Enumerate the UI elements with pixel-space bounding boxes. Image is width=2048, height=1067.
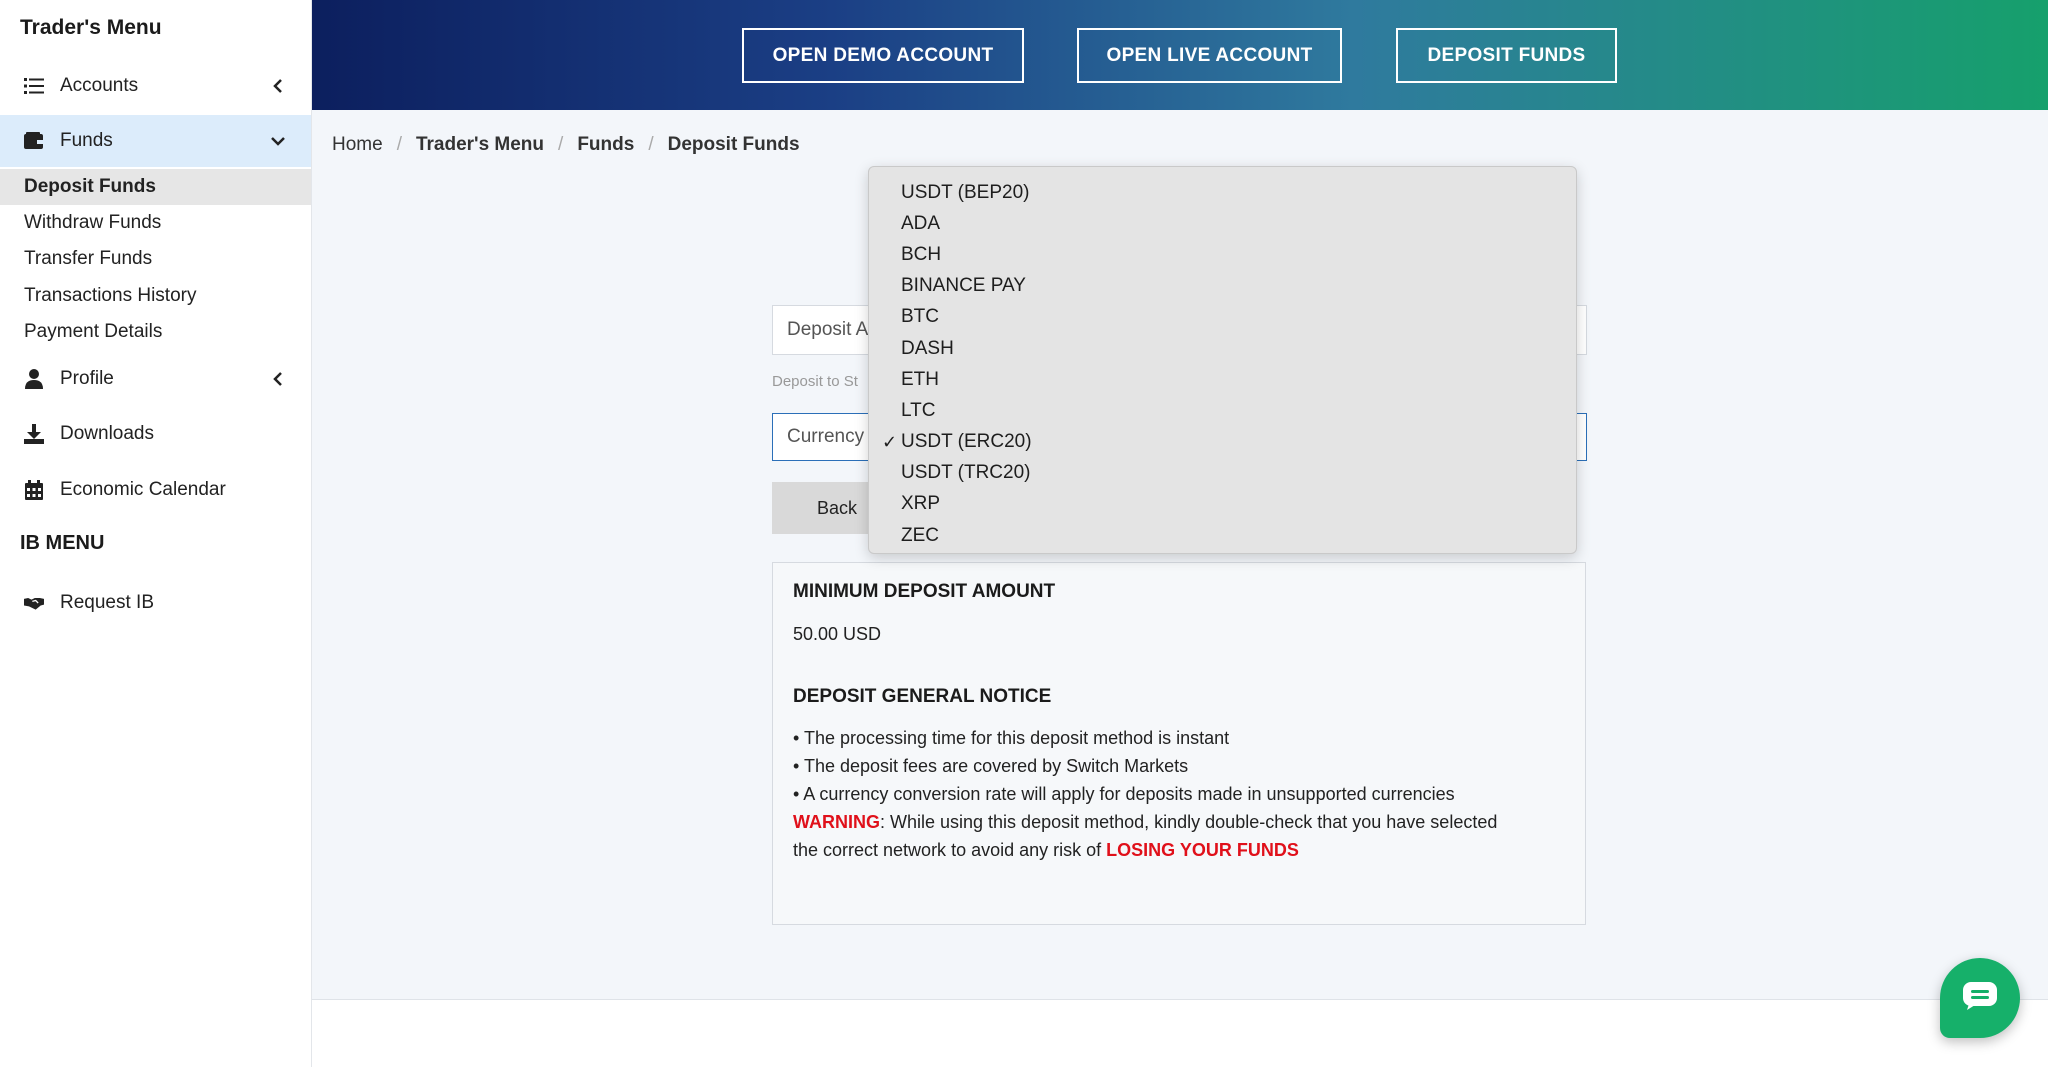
sidebar-item-label: Economic Calendar (60, 479, 226, 500)
chevron-left-icon (271, 372, 285, 386)
currency-option[interactable]: BINANCE PAY (869, 271, 1576, 302)
sidebar-item-label: Request IB (60, 592, 154, 613)
chat-icon (1963, 981, 1997, 1015)
breadcrumb-deposit-funds: Deposit Funds (667, 134, 800, 155)
breadcrumb-separator: / (396, 134, 402, 155)
currency-option[interactable]: XRP (869, 489, 1576, 520)
sidebar-item-label: Downloads (60, 423, 154, 444)
deposit-funds-button[interactable]: DEPOSIT FUNDS (1396, 28, 1617, 83)
breadcrumb-home[interactable]: Home (332, 134, 383, 156)
sidebar-subitem-deposit-funds[interactable]: Deposit Funds (0, 169, 311, 205)
chevron-down-icon (271, 134, 285, 148)
open-demo-account-button[interactable]: OPEN DEMO ACCOUNT (742, 28, 1024, 83)
sidebar-item-profile[interactable]: Profile (0, 353, 311, 405)
calendar-icon (24, 480, 44, 500)
sidebar-subitem-transactions-history[interactable]: Transactions History (0, 278, 311, 314)
deposit-account-label: Deposit A (787, 319, 869, 340)
sidebar-title: Trader's Menu (20, 16, 162, 39)
currency-option[interactable]: BTC (869, 302, 1576, 333)
top-header: OPEN DEMO ACCOUNT OPEN LIVE ACCOUNT DEPO… (312, 0, 2048, 110)
sidebar-item-funds[interactable]: Funds (0, 115, 311, 167)
breadcrumb-separator: / (558, 134, 564, 155)
deposit-info-panel: MINIMUM DEPOSIT AMOUNT 50.00 USD DEPOSIT… (772, 562, 1586, 925)
currency-option[interactable]: LTC (869, 395, 1576, 426)
currency-option[interactable]: ZEC (869, 520, 1576, 551)
min-deposit-value: 50.00 USD (793, 624, 882, 644)
breadcrumb-traders-menu[interactable]: Trader's Menu (416, 134, 544, 156)
chevron-left-icon (271, 79, 285, 93)
deposit-account-hint: Deposit to St (772, 373, 858, 390)
sidebar-item-economic-calendar[interactable]: Economic Calendar (0, 464, 311, 516)
currency-option[interactable]: DASH (869, 333, 1576, 364)
warning-body: : While using this deposit method, kindl… (880, 812, 1498, 832)
footer-area (312, 1000, 2048, 1067)
sidebar-item-downloads[interactable]: Downloads (0, 408, 311, 460)
currency-option[interactable]: USDT (TRC20) (869, 458, 1576, 489)
list-icon (24, 76, 44, 96)
breadcrumb-funds[interactable]: Funds (577, 134, 634, 156)
sidebar-subitem-payment-details[interactable]: Payment Details (0, 314, 311, 350)
check-icon: ✓ (882, 431, 898, 452)
warning-emphasis: LOSING YOUR FUNDS (1106, 840, 1299, 860)
warning-body-2: the correct network to avoid any risk of (793, 840, 1107, 860)
warning-text-line2: the correct network to avoid any risk of… (793, 836, 1565, 864)
currency-option[interactable]: USDT (BEP20) (869, 177, 1576, 208)
warning-text: WARNING: While using this deposit method… (793, 808, 1565, 836)
chat-button[interactable] (1940, 958, 2020, 1038)
download-icon (24, 424, 44, 444)
notice-bullet: • The processing time for this deposit m… (793, 728, 1230, 748)
notice-bullet: • A currency conversion rate will apply … (793, 784, 1455, 804)
currency-option-selected[interactable]: ✓ USDT (ERC20) (869, 427, 1576, 458)
sidebar-subitem-withdraw-funds[interactable]: Withdraw Funds (0, 205, 311, 241)
open-live-account-button[interactable]: OPEN LIVE ACCOUNT (1077, 28, 1342, 83)
sidebar-item-accounts[interactable]: Accounts (0, 60, 311, 112)
ib-menu-heading: IB MENU (20, 532, 105, 554)
handshake-icon (24, 593, 44, 613)
sidebar-item-label: Accounts (60, 75, 139, 96)
currency-option[interactable]: ETH (869, 364, 1576, 395)
warning-label: WARNING (793, 812, 880, 832)
deposit-notice-title: DEPOSIT GENERAL NOTICE (793, 686, 1052, 707)
breadcrumb-separator: / (648, 134, 654, 155)
currency-option[interactable]: ADA (869, 208, 1576, 239)
sidebar: Trader's Menu Accounts Funds Deposit Fun… (0, 0, 312, 1067)
sidebar-item-label: Profile (60, 368, 114, 389)
user-icon (24, 369, 44, 389)
min-deposit-title: MINIMUM DEPOSIT AMOUNT (793, 581, 1056, 602)
notice-bullet: • The deposit fees are covered by Switch… (793, 756, 1189, 776)
sidebar-item-label: Funds (60, 130, 113, 151)
currency-label: Currency (787, 426, 865, 447)
currency-dropdown-list[interactable]: USDT (BEP20) ADA BCH BINANCE PAY BTC DAS… (868, 166, 1577, 554)
wallet-icon (24, 131, 44, 151)
breadcrumb: Home / Trader's Menu / Funds / Deposit F… (332, 134, 800, 156)
sidebar-subitem-transfer-funds[interactable]: Transfer Funds (0, 241, 311, 277)
sidebar-item-request-ib[interactable]: Request IB (0, 577, 311, 629)
currency-option[interactable]: BCH (869, 239, 1576, 270)
